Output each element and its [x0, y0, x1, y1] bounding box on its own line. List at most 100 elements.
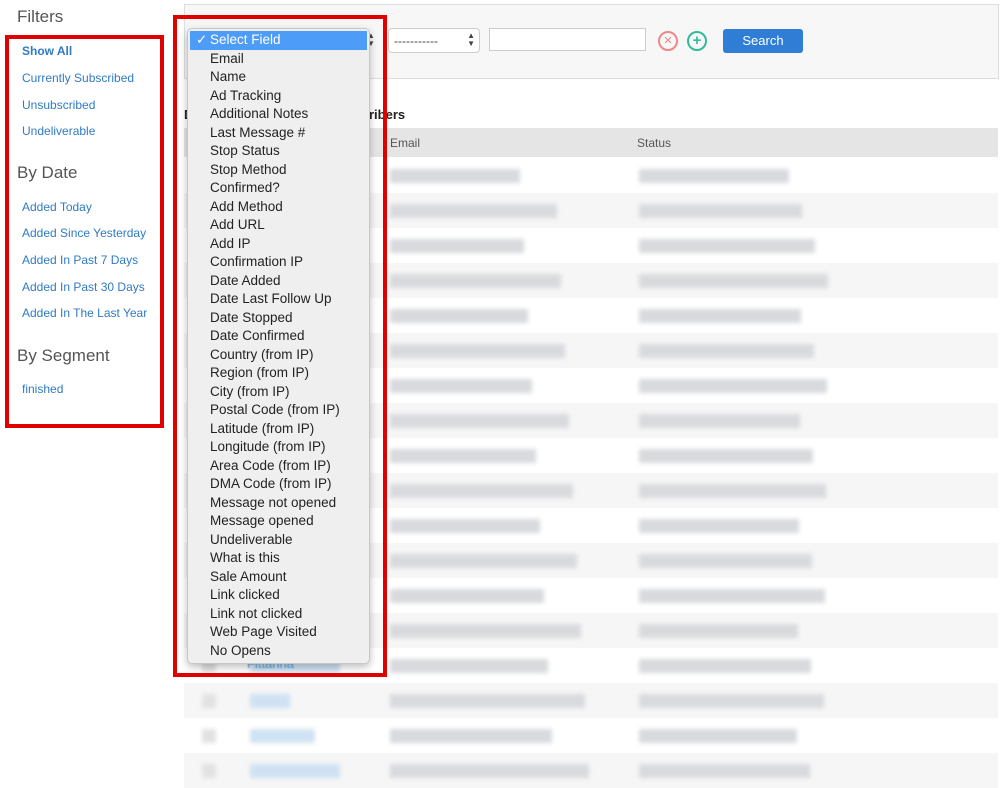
name-cell[interactable]: [250, 694, 290, 708]
field-option[interactable]: Name: [188, 68, 369, 87]
field-option-label: Additional Notes: [210, 106, 309, 121]
by-segment-title: By Segment: [17, 346, 110, 365]
column-status[interactable]: Status: [637, 136, 671, 150]
status-cell: [639, 379, 827, 393]
field-option[interactable]: Country (from IP): [188, 346, 369, 365]
table-row[interactable]: [184, 753, 998, 788]
status-cell: [639, 484, 826, 498]
email-cell: [390, 344, 565, 358]
column-email[interactable]: Email: [390, 136, 420, 150]
status-cell: [639, 169, 789, 183]
field-option[interactable]: Date Last Follow Up: [188, 290, 369, 309]
status-cell: [639, 694, 824, 708]
circle-plus-icon[interactable]: +: [687, 31, 707, 51]
field-option-label: Date Stopped: [210, 309, 293, 325]
table-heading-end: ribers: [369, 107, 406, 122]
search-button[interactable]: Search: [723, 29, 803, 53]
field-option-label: Email: [210, 50, 244, 66]
status-cell: [639, 204, 802, 218]
email-cell: [390, 379, 532, 393]
field-option[interactable]: Email: [188, 50, 369, 69]
field-option-label: Postal Code (from IP): [210, 402, 340, 417]
email-cell: [390, 309, 528, 323]
filter-added-past-30[interactable]: Added In Past 30 Days: [22, 280, 145, 294]
operator-select[interactable]: ----------- ▲ ▼: [388, 28, 480, 53]
field-option[interactable]: Ad Tracking: [188, 87, 369, 106]
field-option-label: Region (from IP): [210, 365, 310, 380]
field-option[interactable]: Region (from IP): [188, 364, 369, 383]
field-option[interactable]: Link clicked: [188, 586, 369, 605]
table-row[interactable]: [184, 718, 998, 753]
filter-unsubscribed[interactable]: Unsubscribed: [22, 98, 95, 112]
operator-value: -----------: [394, 34, 438, 48]
field-option[interactable]: Additional Notes: [188, 105, 369, 124]
filter-added-last-year[interactable]: Added In The Last Year: [22, 306, 147, 320]
field-option-label: Ad Tracking: [210, 87, 282, 103]
circle-x-icon[interactable]: ×: [658, 31, 678, 51]
by-date-title: By Date: [17, 163, 78, 182]
status-cell: [639, 554, 812, 568]
filter-added-today[interactable]: Added Today: [22, 200, 92, 214]
field-option-label: Link clicked: [210, 587, 280, 602]
filter-show-all[interactable]: Show All: [22, 44, 72, 58]
field-option[interactable]: Sale Amount: [188, 568, 369, 587]
row-checkbox[interactable]: [202, 729, 216, 743]
field-option[interactable]: Stop Status: [188, 142, 369, 161]
field-option[interactable]: ✓ Select Field: [190, 31, 367, 50]
select-arrows-icon: ▲ ▼: [467, 31, 475, 48]
field-option[interactable]: Date Stopped: [188, 309, 369, 328]
field-option[interactable]: What is this: [188, 549, 369, 568]
field-option[interactable]: Longitude (from IP): [188, 438, 369, 457]
field-option[interactable]: Add IP: [188, 235, 369, 254]
status-cell: [639, 239, 815, 253]
field-option[interactable]: City (from IP): [188, 383, 369, 402]
field-option-label: Sale Amount: [210, 568, 287, 584]
field-option[interactable]: Message not opened: [188, 494, 369, 513]
field-option[interactable]: DMA Code (from IP): [188, 475, 369, 494]
field-option-label: Add IP: [210, 235, 251, 251]
field-option[interactable]: Web Page Visited: [188, 623, 369, 642]
field-option[interactable]: Link not clicked: [188, 605, 369, 624]
field-option[interactable]: Area Code (from IP): [188, 457, 369, 476]
email-cell: [390, 554, 577, 568]
status-cell: [639, 414, 800, 428]
field-option-label: Date Last Follow Up: [210, 291, 332, 306]
field-option-label: Undeliverable: [210, 531, 293, 547]
field-option[interactable]: Last Message #: [188, 124, 369, 143]
field-option[interactable]: Add Method: [188, 198, 369, 217]
field-option[interactable]: Stop Method: [188, 161, 369, 180]
field-option-label: Last Message #: [210, 124, 306, 140]
field-select-dropdown[interactable]: ✓ Select Field Email Name Ad Tracking Additio…: [187, 28, 370, 664]
field-option-label: Link not clicked: [210, 605, 303, 621]
field-option[interactable]: Latitude (from IP): [188, 420, 369, 439]
field-option-label: City (from IP): [210, 383, 290, 399]
status-cell: [639, 309, 801, 323]
value-input[interactable]: [489, 28, 646, 51]
field-option-label: Date Confirmed: [210, 328, 305, 343]
field-option[interactable]: Undeliverable: [188, 531, 369, 550]
filter-currently-subscribed[interactable]: Currently Subscribed: [22, 71, 134, 85]
status-cell: [639, 659, 811, 673]
field-option-label: Latitude (from IP): [210, 420, 315, 436]
row-checkbox[interactable]: [202, 694, 216, 708]
field-option[interactable]: Date Confirmed: [188, 327, 369, 346]
field-option[interactable]: Postal Code (from IP): [188, 401, 369, 420]
field-option-label: Message not opened: [210, 494, 337, 510]
filter-added-since-yesterday[interactable]: Added Since Yesterday: [22, 226, 146, 240]
field-option[interactable]: No Opens: [188, 642, 369, 661]
filters-title: Filters: [17, 7, 64, 26]
email-cell: [390, 729, 552, 743]
filter-added-past-7[interactable]: Added In Past 7 Days: [22, 253, 138, 267]
field-option[interactable]: Message opened: [188, 512, 369, 531]
email-cell: [390, 414, 569, 428]
name-cell[interactable]: [250, 729, 315, 743]
field-option[interactable]: Confirmation IP: [188, 253, 369, 272]
table-row[interactable]: [184, 683, 998, 718]
field-option[interactable]: Date Added: [188, 272, 369, 291]
field-option[interactable]: Confirmed?: [188, 179, 369, 198]
field-option[interactable]: Add URL: [188, 216, 369, 235]
filter-undeliverable[interactable]: Undeliverable: [22, 124, 95, 138]
segment-finished[interactable]: finished: [22, 382, 63, 396]
email-cell: [390, 449, 536, 463]
field-option-label: Web Page Visited: [210, 624, 317, 639]
